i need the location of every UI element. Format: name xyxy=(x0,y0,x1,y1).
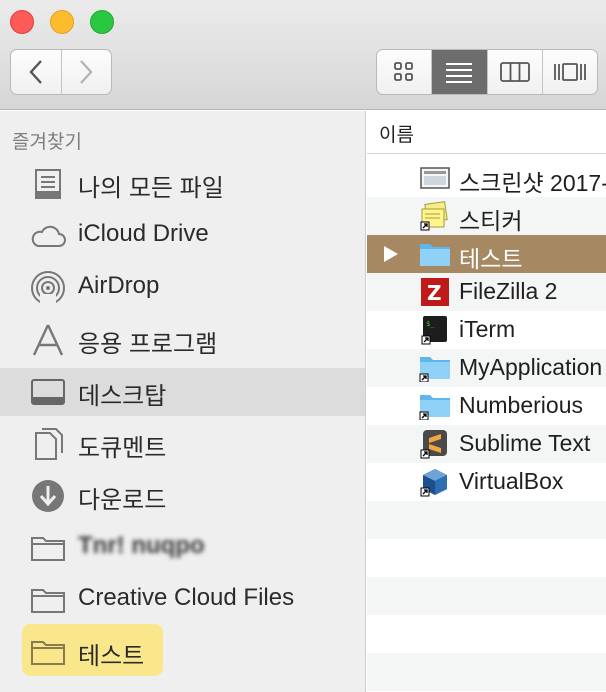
sidebar-item-test[interactable]: 테스트 xyxy=(0,628,365,676)
svg-text:$_: $_ xyxy=(426,320,435,328)
file-row[interactable]: Z FileZilla 2 xyxy=(367,273,606,311)
cloud-icon xyxy=(28,218,68,254)
sidebar-item-label: 도큐멘트 xyxy=(78,435,167,462)
file-name: MyApplication xyxy=(459,354,603,380)
folder-icon xyxy=(28,582,68,618)
file-row[interactable]: VirtualBox xyxy=(367,463,606,501)
folder-icon xyxy=(419,239,451,269)
close-window-button[interactable] xyxy=(10,10,34,34)
column-header-label: 이름 xyxy=(379,124,414,146)
chevron-left-icon xyxy=(29,60,42,84)
icon-view-button[interactable] xyxy=(377,50,431,94)
file-name: Numberious xyxy=(459,392,583,418)
sidebar-item-label: 나의 모든 파일 xyxy=(78,175,224,202)
sidebar-item-label: 데스크탑 xyxy=(78,383,167,410)
list-view-icon xyxy=(446,63,473,83)
screenshot-icon xyxy=(419,163,451,193)
folder-icon xyxy=(28,530,68,566)
sidebar-item-downloads[interactable]: 다운로드 xyxy=(0,472,365,520)
folder-icon xyxy=(419,391,451,421)
sidebar-heading-favorites: 즐겨찾기 xyxy=(12,131,82,153)
file-row[interactable]: Sublime Text xyxy=(367,425,606,463)
empty-row xyxy=(367,501,606,539)
desktop-icon xyxy=(28,374,68,410)
minimize-window-button[interactable] xyxy=(50,10,74,34)
sidebar-item-all-files[interactable]: 나의 모든 파일 xyxy=(0,160,365,208)
cover-flow-icon xyxy=(553,63,586,81)
file-name: Sublime Text xyxy=(459,430,591,456)
sidebar-item-label: iCloud Drive xyxy=(78,220,209,247)
sidebar-item-airdrop[interactable]: AirDrop xyxy=(0,264,365,312)
empty-row xyxy=(367,653,606,691)
empty-row xyxy=(367,615,606,653)
folder-icon xyxy=(419,353,451,383)
sidebar-item-label: Tnr! nuqpo xyxy=(78,532,205,559)
all-files-icon xyxy=(28,166,68,202)
forward-button[interactable] xyxy=(60,50,112,94)
sidebar-item-documents[interactable]: 도큐멘트 xyxy=(0,420,365,468)
terminal-icon: $_ xyxy=(419,315,451,345)
sidebar-item-label: 다운로드 xyxy=(78,487,167,514)
sidebar-item-desktop[interactable]: 데스크탑 xyxy=(0,368,365,416)
stickies-icon xyxy=(419,201,451,231)
zoom-window-button[interactable] xyxy=(90,10,114,34)
sidebar-item-label: 응용 프로그램 xyxy=(78,331,218,358)
back-button[interactable] xyxy=(11,50,61,94)
svg-text:Z: Z xyxy=(427,281,442,305)
file-row[interactable]: Numberious xyxy=(367,387,606,425)
sidebar-item-label: 테스트 xyxy=(78,643,145,670)
column-view-button[interactable] xyxy=(486,50,542,94)
downloads-icon xyxy=(28,478,68,514)
folder-icon xyxy=(28,634,68,670)
sidebar-item-creative-cloud-files[interactable]: Creative Cloud Files xyxy=(0,576,365,624)
column-view-icon xyxy=(499,62,530,82)
sidebar-item-label: AirDrop xyxy=(78,272,160,299)
list-view-button[interactable] xyxy=(431,50,487,94)
file-row[interactable]: 스크린샷 2017- xyxy=(367,159,606,197)
file-name: FileZilla 2 xyxy=(459,278,558,304)
navigation-buttons xyxy=(10,49,112,95)
file-list: 이름 스크린샷 2017- 스티커 테스트 Z FileZilla 2 $_ i… xyxy=(367,111,606,692)
file-name: 스티커 xyxy=(459,208,523,234)
filezilla-icon: Z xyxy=(419,277,451,307)
sidebar-item-applications[interactable]: 응용 프로그램 xyxy=(0,316,365,364)
icon-view-icon xyxy=(394,62,414,81)
file-name: VirtualBox xyxy=(459,468,564,494)
airdrop-icon xyxy=(28,270,68,306)
file-name: iTerm xyxy=(459,316,516,342)
sidebar-item-label: Creative Cloud Files xyxy=(78,584,295,611)
column-header-name[interactable]: 이름 xyxy=(367,111,606,154)
window-toolbar xyxy=(0,0,606,110)
sublime-icon xyxy=(419,429,451,459)
file-row[interactable]: 스티커 xyxy=(367,197,606,235)
cover-flow-button[interactable] xyxy=(541,50,597,94)
sidebar-item-icloud-drive[interactable]: iCloud Drive xyxy=(0,212,365,260)
chevron-right-icon xyxy=(80,60,93,84)
file-row[interactable]: MyApplication xyxy=(367,349,606,387)
sidebar-item-user-folder[interactable]: Tnr! nuqpo xyxy=(0,524,365,572)
disclosure-triangle-icon[interactable] xyxy=(383,245,399,263)
empty-row xyxy=(367,539,606,577)
view-mode-selector xyxy=(376,49,598,95)
file-row[interactable]: $_ iTerm xyxy=(367,311,606,349)
file-row[interactable]: 테스트 xyxy=(367,235,606,273)
virtualbox-icon xyxy=(419,467,451,497)
sidebar: 즐겨찾기 나의 모든 파일 iCloud Drive AirDrop 응용 프로… xyxy=(0,111,366,692)
documents-icon xyxy=(28,426,68,462)
file-name: 스크린샷 2017- xyxy=(459,170,606,196)
empty-row xyxy=(367,577,606,615)
file-name: 테스트 xyxy=(459,246,523,272)
applications-icon xyxy=(28,322,68,358)
